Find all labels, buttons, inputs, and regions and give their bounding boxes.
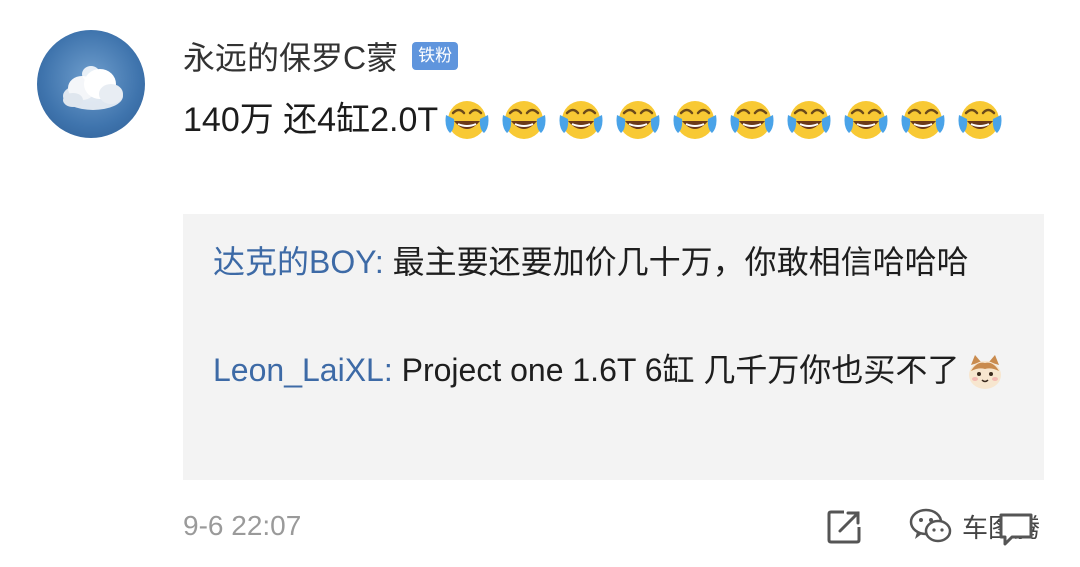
comment-content: 140万 还4缸2.0T: [183, 92, 1033, 146]
tears-of-joy-emoji-icon: [556, 97, 606, 143]
reply-username[interactable]: Leon_LaiXL: [213, 352, 384, 388]
tears-of-joy-emoji-icon: [898, 97, 948, 143]
tears-of-joy-emoji-icon: [442, 97, 492, 143]
avatar[interactable]: [37, 30, 145, 138]
reply-text: Project one 1.6T 6缸 几千万你也买不了: [401, 352, 960, 388]
share-button[interactable]: [824, 507, 864, 547]
reply-section[interactable]: 达克的BOY: 最主要还要加价几十万，你敢相信哈哈哈 Leon_LaiXL: P…: [183, 214, 1044, 480]
cloud-avatar-image: [63, 66, 123, 110]
wechat-icon: [909, 508, 952, 543]
reply-separator: :: [374, 244, 393, 280]
reply-item[interactable]: 达克的BOY: 最主要还要加价几十万，你敢相信哈哈哈: [213, 236, 1013, 288]
fan-badge: 铁粉: [412, 42, 459, 70]
comment-text: 140万 还4缸2.0T: [183, 101, 439, 140]
share-icon: [827, 510, 861, 544]
tears-of-joy-emoji-icon: [613, 97, 663, 143]
watermark: 车图腾: [908, 500, 1068, 552]
comment-timestamp: 9-6 22:07: [183, 510, 302, 541]
tears-of-joy-emoji-icon: [841, 97, 891, 143]
comment-icon: [999, 513, 1033, 546]
reply-username[interactable]: 达克的BOY: [213, 244, 375, 280]
comment-author[interactable]: 永远的保罗C蒙 铁粉: [183, 33, 459, 79]
tears-of-joy-emoji-icon: [670, 97, 720, 143]
comment-button[interactable]: [996, 510, 1036, 548]
reply-text: 最主要还要加价几十万，你敢相信哈哈哈: [392, 244, 969, 280]
username[interactable]: 永远的保罗C蒙: [183, 33, 398, 79]
emoji-row: [442, 99, 1012, 140]
tears-of-joy-emoji-icon: [784, 97, 834, 143]
cat-face-emoji-icon: [965, 353, 1005, 393]
tears-of-joy-emoji-icon: [499, 97, 549, 143]
tears-of-joy-emoji-icon: [727, 97, 777, 143]
tears-of-joy-emoji-icon: [955, 97, 1005, 143]
reply-item[interactable]: Leon_LaiXL: Project one 1.6T 6缸 几千万你也买不了: [213, 344, 1013, 396]
reply-separator: :: [383, 352, 402, 388]
